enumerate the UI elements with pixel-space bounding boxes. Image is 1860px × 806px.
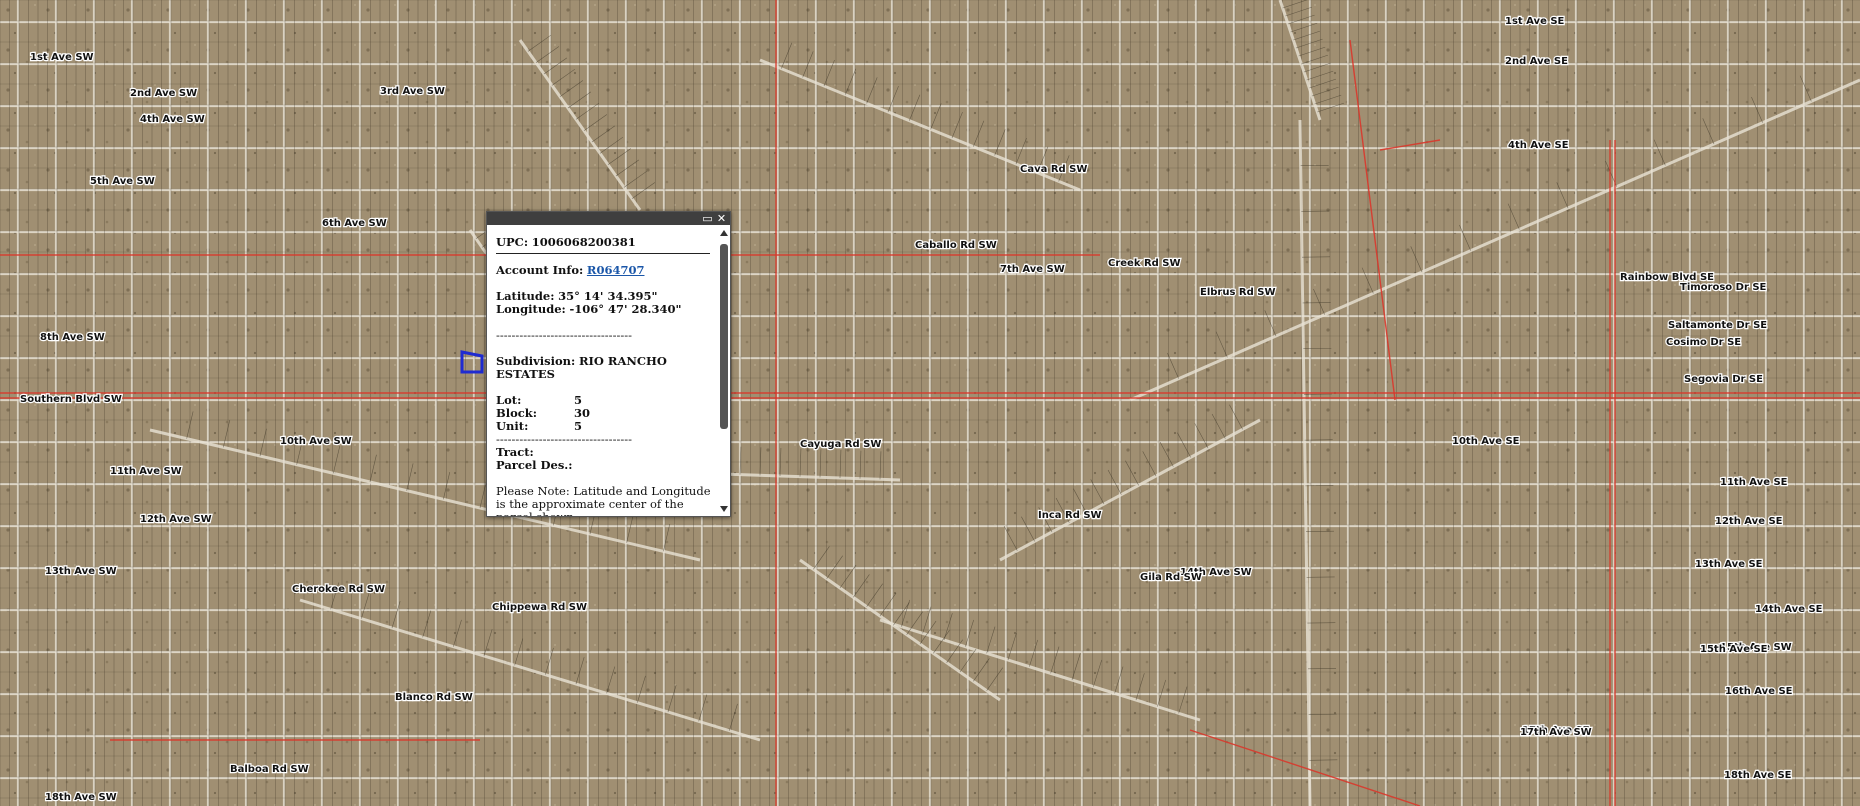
upc-label: UPC: <box>496 235 529 249</box>
street-label: Inca Rd SW <box>1038 510 1102 521</box>
map-view[interactable]: 1st Ave SW 2nd Ave SW 3rd Ave SW 4th Ave SW… <box>0 0 1860 806</box>
longitude-value: -106° 47' 28.340" <box>569 302 682 316</box>
longitude-label: Longitude: <box>496 302 566 316</box>
street-label: 18th Ave SE <box>1724 770 1792 781</box>
street-label: 15th Ave SE <box>1700 644 1768 655</box>
street-label: Blanco Rd SW <box>395 692 473 703</box>
street-label: Southern Blvd SW <box>20 394 122 405</box>
street-label: 10th Ave SW <box>280 436 352 447</box>
street-label: 8th Ave SW <box>40 332 105 343</box>
scroll-thumb[interactable] <box>720 244 728 429</box>
latitude-label: Latitude: <box>496 289 555 303</box>
street-label: 4th Ave SE <box>1508 140 1569 151</box>
street-label: 12th Ave SE <box>1715 516 1783 527</box>
street-label: Chippewa Rd SW <box>492 602 587 613</box>
popup-scrollbar[interactable] <box>719 228 729 514</box>
street-label: 3rd Ave SW <box>380 86 445 97</box>
subdivision-label: Subdivision: <box>496 354 576 368</box>
block-row: Block: 30 <box>496 407 710 420</box>
parcel-row: Parcel Des.: <box>496 459 710 472</box>
parcel-info-popup: ▭ ✕ UPC: 1006068200381 Account Info: R06… <box>486 211 731 517</box>
street-label: 6th Ave SW <box>322 218 387 229</box>
account-label: Account Info: <box>496 263 584 277</box>
account-row: Account Info: R064707 <box>496 264 710 277</box>
street-label: 1st Ave SE <box>1505 16 1565 27</box>
upc-value: 1006068200381 <box>531 235 636 249</box>
street-label: 13th Ave SW <box>45 566 117 577</box>
street-label: 11th Ave SE <box>1720 477 1788 488</box>
street-label: Cosimo Dr SE <box>1666 337 1741 348</box>
street-label: Cherokee Rd SW <box>292 584 385 595</box>
street-label: Elbrus Rd SW <box>1200 287 1275 298</box>
street-label: 7th Ave SW <box>1000 264 1065 275</box>
street-label: Creek Rd SW <box>1108 258 1181 269</box>
dashed-divider: ----------------------------------- <box>496 328 633 342</box>
close-icon[interactable]: ✕ <box>715 212 728 225</box>
street-label: 14th Ave SE <box>1755 604 1823 615</box>
tract-label: Tract: <box>496 445 534 459</box>
subdivision-row: Subdivision: RIO RANCHO ESTATES <box>496 355 710 381</box>
block-value: 30 <box>574 406 591 420</box>
parcel-label: Parcel Des.: <box>496 458 573 472</box>
popup-content: UPC: 1006068200381 Account Info: R064707… <box>487 226 718 516</box>
latitude-value: 35° 14' 34.395" <box>558 289 658 303</box>
street-label: Timoroso Dr SE <box>1680 282 1767 293</box>
lot-value: 5 <box>574 393 583 407</box>
popup-divider-line <box>496 253 710 254</box>
street-label: 17th Ave SW <box>1520 727 1592 738</box>
popup-title-bar: ▭ ✕ <box>487 212 730 225</box>
street-label: 16th Ave SE <box>1725 686 1793 697</box>
street-label: 12th Ave SW <box>140 514 212 525</box>
street-label: Saltamonte Dr SE <box>1668 320 1767 331</box>
street-label: 2nd Ave SW <box>130 88 197 99</box>
street-label: Cayuga Rd SW <box>800 439 881 450</box>
unit-value: 5 <box>574 419 583 433</box>
street-label: 2nd Ave SE <box>1505 56 1568 67</box>
popup-note: Please Note: Latitude and Longitude is t… <box>496 484 711 517</box>
street-label: Cava Rd SW <box>1020 164 1087 175</box>
street-label: 18th Ave SW <box>45 792 117 803</box>
street-label: 13th Ave SE <box>1695 559 1763 570</box>
upc-row: UPC: 1006068200381 <box>496 236 710 249</box>
scroll-up-icon[interactable] <box>720 230 728 236</box>
aerial-parcel-map[interactable]: 1st Ave SW 2nd Ave SW 3rd Ave SW 4th Ave SW… <box>0 0 1860 806</box>
street-label: 5th Ave SW <box>90 176 155 187</box>
street-label: Gila Rd SW <box>1140 572 1202 583</box>
maximize-icon[interactable]: ▭ <box>701 212 714 225</box>
street-label: 1st Ave SW <box>30 52 94 63</box>
account-link[interactable]: R064707 <box>587 263 645 277</box>
street-label: Caballo Rd SW <box>915 240 997 251</box>
scroll-down-icon[interactable] <box>720 506 728 512</box>
street-label: Segovia Dr SE <box>1684 374 1763 385</box>
street-label: Balboa Rd SW <box>230 764 309 775</box>
street-label: 11th Ave SW <box>110 466 182 477</box>
street-label: 4th Ave SW <box>140 114 205 125</box>
street-label: 10th Ave SE <box>1452 436 1520 447</box>
longitude-row: Longitude: -106° 47' 28.340" <box>496 303 710 316</box>
